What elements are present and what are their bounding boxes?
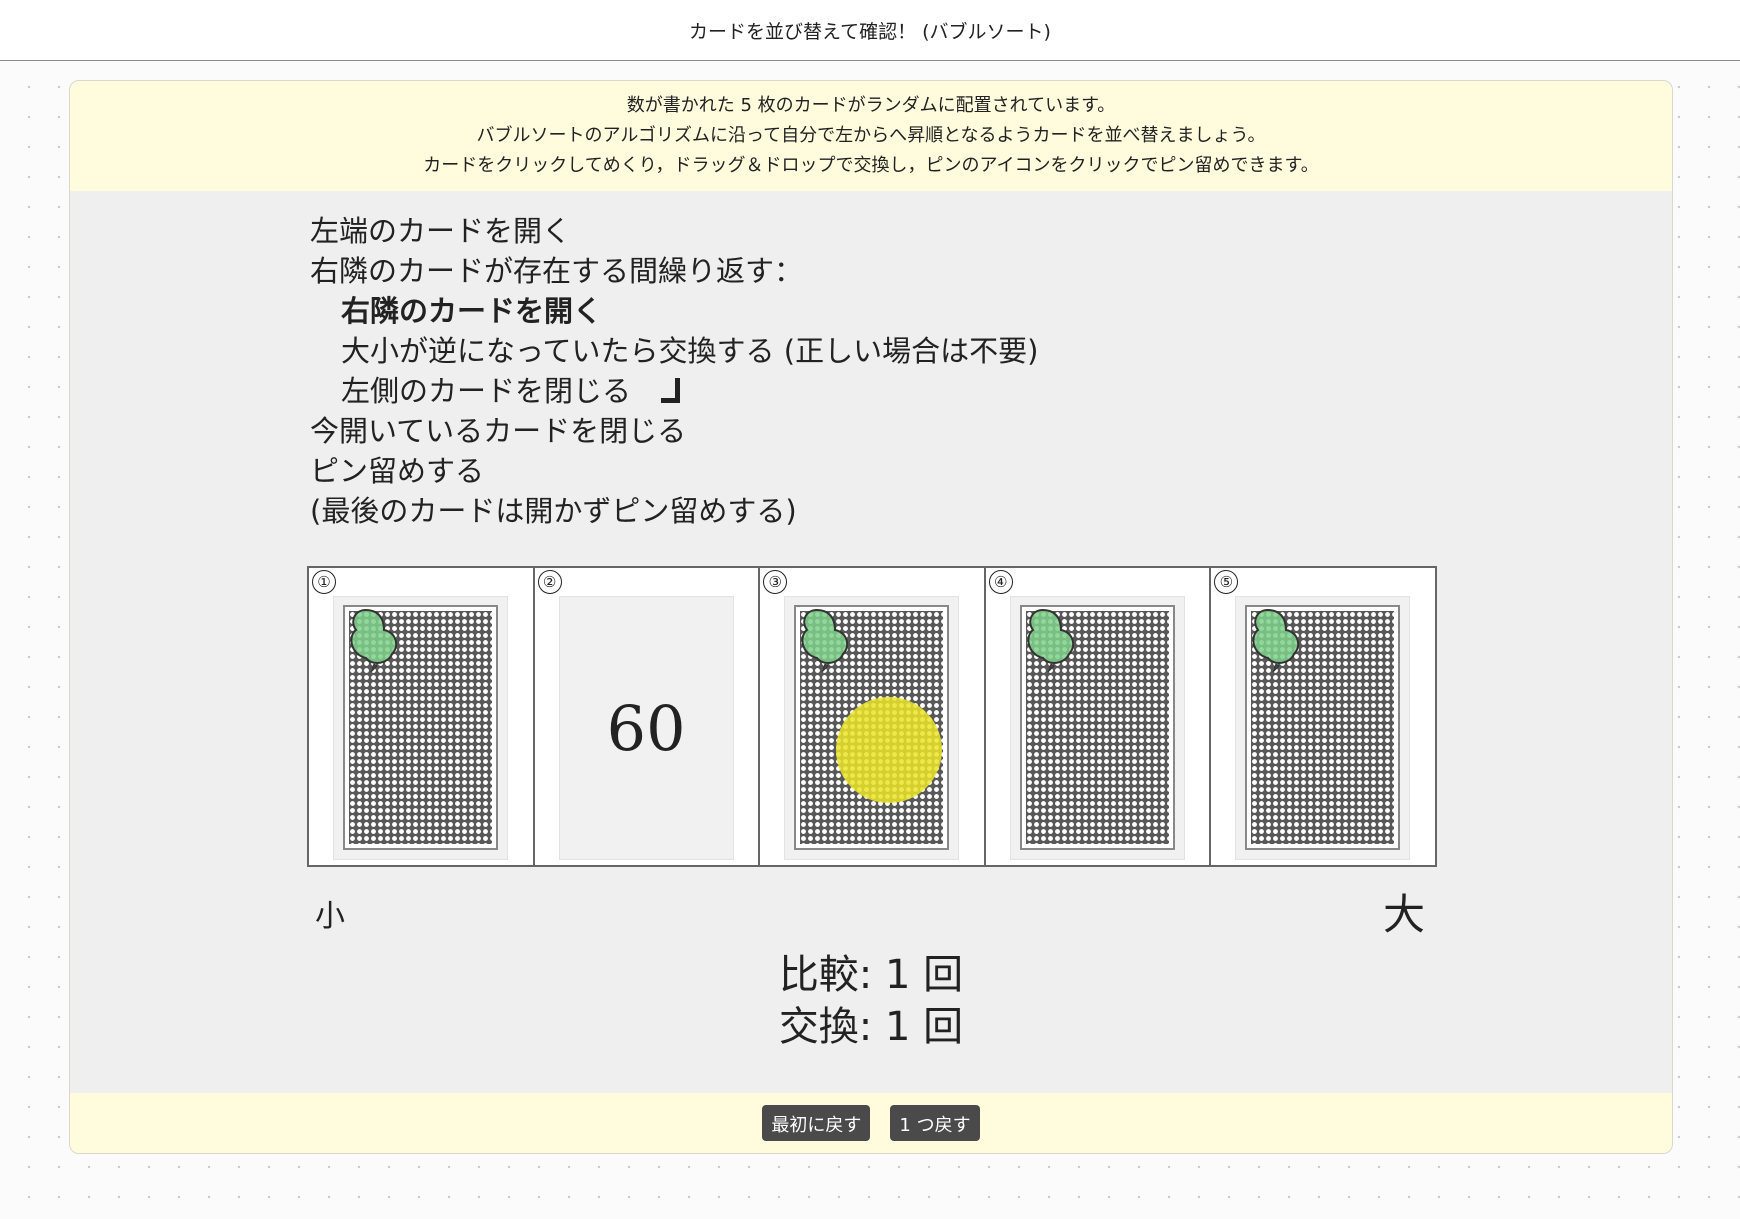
card-slot: ⑤: [1211, 568, 1435, 865]
card-slot: ①: [309, 568, 535, 865]
algorithm-step: (最後のカードは開かずピン留めする): [310, 494, 797, 528]
pin-icon[interactable]: [1246, 606, 1306, 676]
card-face-up[interactable]: 60: [558, 596, 734, 860]
algorithm-step-current: 右隣のカードを開く: [341, 294, 603, 328]
top-bar: カードを並び替えて確認！ (バブルソート): [0, 0, 1740, 61]
pin-icon[interactable]: [795, 606, 855, 676]
label-large: 大: [1383, 890, 1426, 939]
algorithm-step: 左端のカードを開く: [310, 214, 572, 248]
sort-workspace: 左端のカードを開く 右隣のカードが存在する間繰り返す： 右隣のカードを開く 大小…: [70, 191, 1672, 1093]
slot-number: ⑤: [1214, 570, 1239, 594]
instruction-line: 数が書かれた 5 枚のカードがランダムに配置されています。: [626, 95, 1116, 116]
page-title: カードを並び替えて確認！ (バブルソート): [689, 20, 1051, 43]
undo-button[interactable]: 1 つ戻す: [890, 1105, 980, 1141]
card-row: ① ② 60 ③ ④ ⑤: [307, 566, 1437, 867]
controls-footer: 最初に戻す 1 つ戻す: [70, 1093, 1672, 1153]
pin-icon[interactable]: [1021, 606, 1081, 676]
card-slot: ④: [985, 568, 1212, 865]
card-value: 60: [606, 691, 686, 765]
algorithm-step: 右隣のカードが存在する間繰り返す：: [310, 254, 804, 288]
instruction-line: バブルソートのアルゴリズムに沿って自分で左からへ昇順となるようカードを並べ替えま…: [476, 125, 1266, 146]
card-slot: ② 60: [534, 568, 761, 865]
instruction-line: カードをクリックしてめくり，ドラッグ＆ドロップで交換し，ピンのアイコンをクリック…: [423, 155, 1319, 176]
algorithm-step: 大小が逆になっていたら交換する (正しい場合は不要): [341, 334, 1039, 368]
slot-number: ④: [988, 570, 1013, 594]
card-slot: ③: [760, 568, 986, 865]
label-small: 小: [315, 899, 345, 934]
algorithm-step-loop-end: 左側のカードを閉じる: [310, 371, 1038, 411]
algorithm-step: ピン留めする: [310, 454, 485, 488]
slot-number: ②: [537, 570, 562, 594]
algorithm-step-text: 左側のカードを閉じる: [341, 374, 632, 408]
slot-number: ①: [312, 570, 336, 594]
pin-icon[interactable]: [344, 606, 404, 676]
selection-highlight: [836, 697, 943, 803]
loop-end-bracket-icon: [661, 378, 681, 403]
counters: 比較: 1 回 交換: 1 回: [70, 949, 1672, 1053]
slot-number: ③: [763, 570, 788, 594]
main-panel: 数が書かれた 5 枚のカードがランダムに配置されています。 バブルソートのアルゴ…: [69, 80, 1673, 1154]
algorithm-steps: 左端のカードを開く 右隣のカードが存在する間繰り返す： 右隣のカードを開く 大小…: [310, 211, 1038, 531]
reset-button[interactable]: 最初に戻す: [762, 1105, 871, 1141]
swap-count: 交換: 1 回: [778, 1004, 964, 1050]
comparison-count: 比較: 1 回: [778, 952, 964, 998]
algorithm-step: 今開いているカードを閉じる: [310, 414, 687, 448]
instructions-header: 数が書かれた 5 枚のカードがランダムに配置されています。 バブルソートのアルゴ…: [70, 81, 1672, 191]
